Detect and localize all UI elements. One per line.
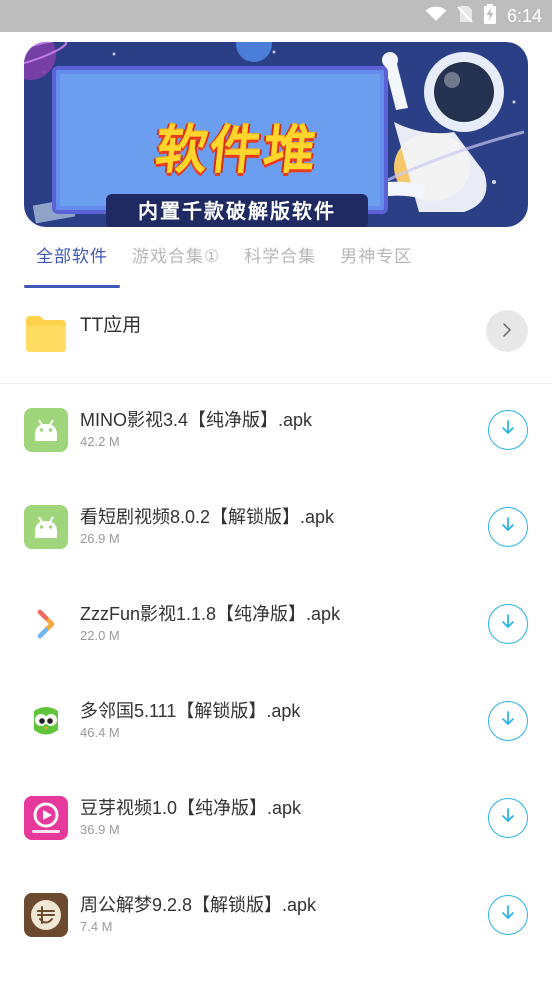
list-item[interactable]: 豆芽视频1.0【纯净版】.apk 36.9 M <box>24 780 528 877</box>
list-item[interactable]: MINO影视3.4【纯净版】.apk 42.2 M <box>24 392 528 489</box>
download-icon <box>499 710 517 732</box>
divider <box>0 383 552 384</box>
android-icon <box>24 408 68 452</box>
download-icon <box>499 613 517 635</box>
android-icon <box>24 505 68 549</box>
app-size: 22.0 M <box>80 628 120 643</box>
banner-title: 软件堆 <box>152 121 321 181</box>
app-list: MINO影视3.4【纯净版】.apk 42.2 M 看短剧视频8.0.2【解锁版… <box>24 392 528 974</box>
list-item[interactable]: ZzzFun影视1.1.8【纯净版】.apk 22.0 M <box>24 586 528 683</box>
app-name: ZzzFun影视1.1.8【纯净版】.apk <box>80 604 341 624</box>
download-button[interactable] <box>488 507 528 547</box>
banner-subtitle: 内置千款破解版软件 <box>106 194 368 227</box>
download-button[interactable] <box>488 798 528 838</box>
tab-male-zone[interactable]: 男神专区 <box>328 240 424 286</box>
promo-banner[interactable]: 软件堆 内置千款破解版软件 <box>24 42 528 227</box>
app-name: 看短剧视频8.0.2【解锁版】.apk <box>80 507 335 527</box>
douya-video-icon <box>24 796 68 840</box>
tab-game-collection[interactable]: 游戏合集① <box>120 240 232 286</box>
battery-charging-icon <box>483 4 497 28</box>
tab-science-collection[interactable]: 科学合集 <box>232 240 328 286</box>
wifi-icon <box>425 6 447 26</box>
download-icon <box>499 904 517 926</box>
list-item[interactable]: 多邻国5.111【解锁版】.apk 46.4 M <box>24 683 528 780</box>
app-name: 多邻国5.111【解锁版】.apk <box>80 701 301 721</box>
status-bar: 6:14 <box>0 0 552 32</box>
no-sim-icon <box>457 5 473 27</box>
download-button[interactable] <box>488 604 528 644</box>
app-size: 42.2 M <box>80 434 120 449</box>
status-time: 6:14 <box>506 5 542 26</box>
app-size: 46.4 M <box>80 725 120 740</box>
list-item[interactable]: 周公解梦9.2.8【解锁版】.apk 7.4 M <box>24 877 528 974</box>
tab-all-software[interactable]: 全部软件 <box>24 240 120 288</box>
download-icon <box>499 807 517 829</box>
zzzfun-logo-icon <box>24 602 68 646</box>
folder-icon <box>24 314 68 354</box>
status-icons: 6:14 <box>425 0 542 32</box>
app-name: 周公解梦9.2.8【解锁版】.apk <box>80 895 317 915</box>
folder-row[interactable]: TT应用 <box>24 302 528 372</box>
download-button[interactable] <box>488 410 528 450</box>
folder-title: TT应用 <box>80 315 142 336</box>
download-icon <box>499 419 517 441</box>
chevron-right-icon <box>500 321 514 342</box>
zhougong-dream-icon <box>24 893 68 937</box>
app-name: 豆芽视频1.0【纯净版】.apk <box>80 798 302 818</box>
app-size: 7.4 M <box>80 919 113 934</box>
app-name: MINO影视3.4【纯净版】.apk <box>80 410 313 430</box>
app-size: 26.9 M <box>80 531 120 546</box>
download-button[interactable] <box>488 895 528 935</box>
open-folder-button[interactable] <box>486 310 528 352</box>
app-size: 36.9 M <box>80 822 120 837</box>
category-tabs: 全部软件 游戏合集① 科学合集 男神专区 <box>24 240 528 288</box>
download-icon <box>499 516 517 538</box>
download-button[interactable] <box>488 701 528 741</box>
duolingo-owl-icon <box>24 699 68 743</box>
list-item[interactable]: 看短剧视频8.0.2【解锁版】.apk 26.9 M <box>24 489 528 586</box>
